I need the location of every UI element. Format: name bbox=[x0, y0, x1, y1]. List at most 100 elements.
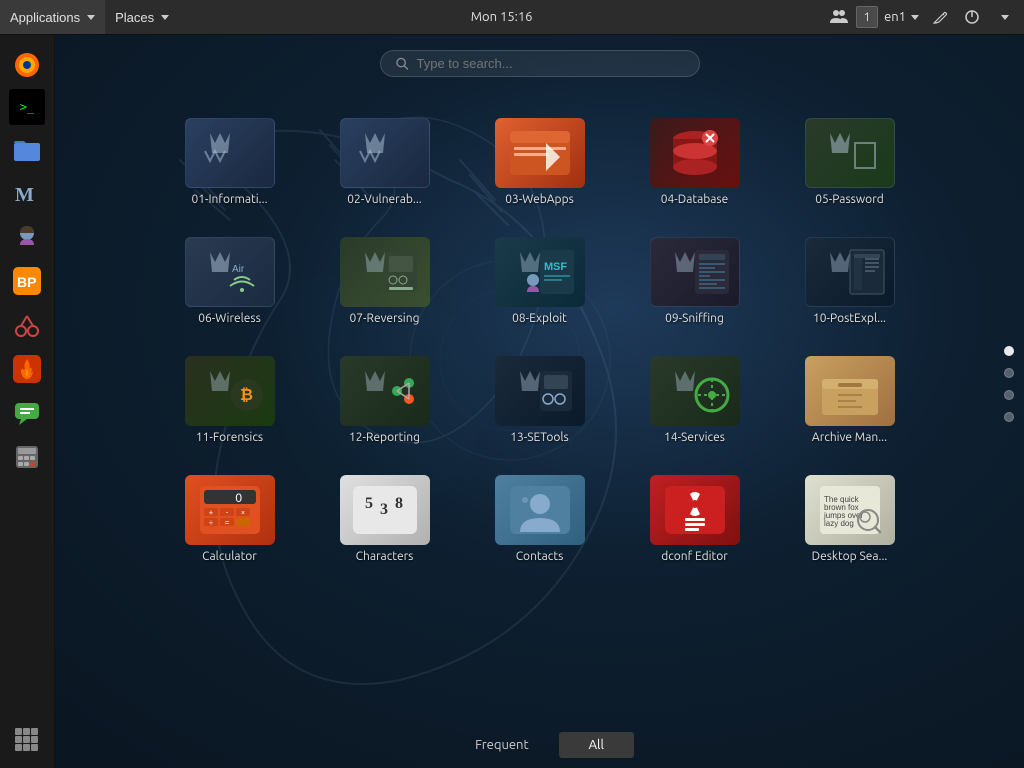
app-item-contacts[interactable]: Contacts bbox=[470, 467, 610, 571]
app-label-02: 02-Vulnerab... bbox=[347, 193, 421, 206]
people-icon-btn[interactable] bbox=[824, 3, 854, 31]
dot-3[interactable] bbox=[1004, 390, 1014, 400]
app-item-archive-manager[interactable]: Archive Man... bbox=[780, 348, 920, 452]
app-label-08: 08-Exploit bbox=[512, 312, 567, 325]
sidebar-item-apps-grid[interactable] bbox=[7, 720, 47, 760]
power-icon-btn[interactable] bbox=[957, 3, 987, 31]
burpsuite-icon: BP bbox=[13, 267, 41, 295]
app-item-12-reporting[interactable]: 12-Reporting bbox=[315, 348, 455, 452]
svg-text:÷: ÷ bbox=[208, 518, 213, 527]
app-item-14-services[interactable]: 14-Services bbox=[625, 348, 765, 452]
applications-arrow bbox=[87, 15, 95, 20]
flame-icon bbox=[13, 355, 41, 383]
firefox-icon bbox=[13, 51, 41, 79]
sidebar-item-burpsuite[interactable]: BP bbox=[7, 261, 47, 301]
tab-frequent[interactable]: Frequent bbox=[445, 732, 558, 758]
svg-text:BP: BP bbox=[17, 274, 36, 290]
app-icon-05 bbox=[805, 118, 895, 188]
app-icon-10 bbox=[805, 237, 895, 307]
edit-icon-btn[interactable] bbox=[925, 3, 955, 31]
app-item-calculator[interactable]: 0 + - × ÷ = Calculator bbox=[160, 467, 300, 571]
bottom-tabs: Frequent All bbox=[55, 732, 1024, 758]
clock: Mon 15:16 bbox=[471, 10, 533, 24]
app-label-07: 07-Reversing bbox=[350, 312, 420, 325]
sidebar-item-calculator-small[interactable] bbox=[7, 437, 47, 477]
app-label-03: 03-WebApps bbox=[505, 193, 574, 206]
app-item-08-exploit[interactable]: M SF 08-Exploit bbox=[470, 229, 610, 333]
app-item-05-password[interactable]: 05-Password bbox=[780, 110, 920, 214]
dot-2[interactable] bbox=[1004, 368, 1014, 378]
app-item-02-vulnerability[interactable]: 02-Vulnerab... bbox=[315, 110, 455, 214]
search-bar bbox=[380, 50, 700, 77]
app-icon-calc: 0 + - × ÷ = bbox=[185, 475, 275, 545]
places-arrow bbox=[161, 15, 169, 20]
app-item-06-wireless[interactable]: Air 06-Wireless bbox=[160, 229, 300, 333]
sidebar-item-girl[interactable] bbox=[7, 217, 47, 257]
sidebar-item-kali[interactable]: M bbox=[7, 173, 47, 213]
app-label-01: 01-Informati... bbox=[191, 193, 267, 206]
app-item-characters[interactable]: 5 3 8 Characters bbox=[315, 467, 455, 571]
svg-text:SF: SF bbox=[553, 261, 567, 273]
app-label-12: 12-Reporting bbox=[349, 431, 420, 444]
svg-text:×: × bbox=[240, 508, 245, 517]
app-item-07-reversing[interactable]: 07-Reversing bbox=[315, 229, 455, 333]
app-label-11: 11-Forensics bbox=[196, 431, 263, 444]
app-item-13-setools[interactable]: 13-SETools bbox=[470, 348, 610, 452]
app-label-calc: Calculator bbox=[202, 550, 257, 563]
applications-menu[interactable]: Applications bbox=[0, 0, 105, 34]
sidebar-item-cut[interactable] bbox=[7, 305, 47, 345]
kali-logo-icon: M bbox=[12, 179, 42, 207]
app-item-09-sniffing[interactable]: 09-Sniffing bbox=[625, 229, 765, 333]
app-item-01-information[interactable]: 01-Informati... bbox=[160, 110, 300, 214]
svg-text:0: 0 bbox=[235, 491, 242, 505]
language-btn[interactable]: en1 bbox=[880, 10, 923, 24]
workspace-badge[interactable]: 1 bbox=[856, 6, 878, 28]
app-icon-04 bbox=[650, 118, 740, 188]
app-icon-03 bbox=[495, 118, 585, 188]
app-label-05: 05-Password bbox=[815, 193, 884, 206]
dot-1[interactable] bbox=[1004, 346, 1014, 356]
search-input[interactable] bbox=[416, 56, 683, 71]
app-item-03-webapps[interactable]: 03-WebApps bbox=[470, 110, 610, 214]
page-dots bbox=[1004, 346, 1014, 422]
language-arrow bbox=[911, 15, 919, 20]
pencil-icon bbox=[933, 10, 947, 24]
girl-icon bbox=[13, 223, 41, 251]
app-icon-12 bbox=[340, 356, 430, 426]
app-icon-09 bbox=[650, 237, 740, 307]
power-arrow bbox=[1001, 15, 1009, 20]
svg-text:8: 8 bbox=[395, 495, 403, 512]
cut-icon bbox=[13, 311, 41, 339]
sidebar-item-files[interactable] bbox=[7, 129, 47, 169]
app-label-chars: Characters bbox=[356, 550, 414, 563]
app-icon-contacts bbox=[495, 475, 585, 545]
places-menu[interactable]: Places bbox=[105, 0, 179, 34]
app-icon-07 bbox=[340, 237, 430, 307]
app-item-dconf-editor[interactable]: dconf Editor bbox=[625, 467, 765, 571]
app-grid: 01-Informati... 02-Vulnerab... 03-WebApp… bbox=[55, 100, 1024, 718]
app-item-10-postexploit[interactable]: 10-PostExpl... bbox=[780, 229, 920, 333]
tab-all[interactable]: All bbox=[559, 732, 634, 758]
app-item-desktop-search[interactable]: The quick brown fox jumps over lazy dog … bbox=[780, 467, 920, 571]
people-icon bbox=[830, 9, 848, 25]
language-label: en1 bbox=[884, 10, 906, 24]
sidebar-item-chat[interactable] bbox=[7, 393, 47, 433]
svg-text:M: M bbox=[544, 261, 553, 273]
dot-4[interactable] bbox=[1004, 412, 1014, 422]
apps-grid-icon bbox=[14, 727, 40, 753]
app-item-11-forensics[interactable]: ₿ 11-Forensics bbox=[160, 348, 300, 452]
terminal-icon: >_ bbox=[20, 100, 34, 114]
app-label-archive: Archive Man... bbox=[812, 431, 887, 444]
applications-label: Applications bbox=[10, 10, 80, 25]
app-label-dconf: dconf Editor bbox=[661, 550, 728, 563]
sidebar-item-terminal[interactable]: >_ bbox=[9, 89, 45, 125]
app-icon-dconf bbox=[650, 475, 740, 545]
sidebar-item-flame[interactable] bbox=[7, 349, 47, 389]
topbar-left: Applications Places bbox=[0, 0, 179, 34]
sidebar-item-firefox[interactable] bbox=[7, 45, 47, 85]
app-icon-14 bbox=[650, 356, 740, 426]
power-arrow-btn[interactable] bbox=[989, 3, 1019, 31]
app-icon-06: Air bbox=[185, 237, 275, 307]
app-item-04-database[interactable]: 04-Database bbox=[625, 110, 765, 214]
app-icon-13 bbox=[495, 356, 585, 426]
